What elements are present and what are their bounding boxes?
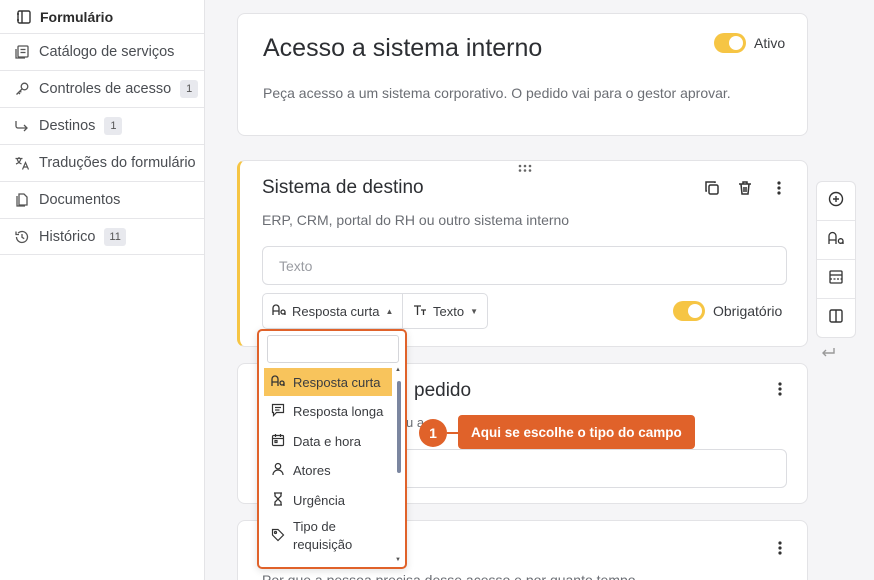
person-icon bbox=[271, 462, 285, 479]
option-urgencia[interactable]: Urgência bbox=[264, 486, 392, 514]
short-answer-icon bbox=[271, 374, 285, 391]
form-toolbar bbox=[816, 181, 856, 338]
option-label: Tipo de requisição bbox=[293, 519, 353, 552]
drag-handle-icon[interactable] bbox=[515, 162, 535, 174]
scroll-up-arrow-icon[interactable]: ▲ bbox=[395, 367, 401, 373]
callout-step-number: 1 bbox=[419, 419, 447, 447]
sidebar-header-formulario[interactable]: Formulário bbox=[0, 0, 204, 33]
question-card-sistema[interactable]: Sistema de destino ERP, CRM, portal do R… bbox=[237, 160, 808, 347]
form-description[interactable]: Peça acesso a um sistema corporativo. O … bbox=[263, 85, 731, 101]
required-toggle[interactable] bbox=[673, 301, 705, 321]
sidebar-item-label: Documentos bbox=[39, 192, 121, 208]
option-label: Resposta longa bbox=[293, 403, 384, 419]
documents-icon bbox=[14, 192, 30, 208]
dropdown-scrollbar[interactable] bbox=[397, 381, 401, 473]
sidebar-item-historico[interactable]: Histórico 11 bbox=[0, 218, 204, 255]
sidebar-item-catalogo[interactable]: Catálogo de serviços bbox=[0, 33, 204, 70]
caret-down-icon: ▼ bbox=[470, 306, 478, 316]
field-type-dropdown[interactable]: Resposta curta Resposta longa Data e hor… bbox=[257, 329, 407, 569]
sidebar-item-label: Traduções do formulário bbox=[39, 155, 196, 171]
add-columns-button[interactable] bbox=[817, 299, 855, 338]
catalog-icon bbox=[14, 44, 30, 60]
form-header-card: Acesso a sistema interno Peça acesso a u… bbox=[237, 13, 808, 136]
sidebar-item-traducoes[interactable]: Traduções do formulário bbox=[0, 144, 204, 181]
add-title-button[interactable] bbox=[817, 221, 855, 260]
return-arrow-icon[interactable] bbox=[818, 343, 838, 363]
history-icon bbox=[14, 229, 30, 245]
sidebar-item-label: Destinos bbox=[39, 118, 96, 134]
sidebar: Formulário Catálogo de serviços Controle… bbox=[0, 0, 205, 580]
more-options-icon[interactable] bbox=[769, 378, 791, 400]
sidebar-item-label: Histórico bbox=[39, 228, 96, 245]
option-label: Atores bbox=[293, 462, 331, 478]
active-toggle[interactable] bbox=[714, 33, 746, 53]
calendar-icon bbox=[271, 433, 285, 450]
scroll-down-arrow-icon[interactable]: ▼ bbox=[395, 557, 401, 563]
question-description[interactable]: Por que a pessoa precisa desse acesso e … bbox=[262, 572, 636, 580]
question-title[interactable]: Sistema de destino bbox=[262, 177, 424, 199]
text-format-icon bbox=[413, 304, 427, 319]
option-resposta-longa[interactable]: Resposta longa bbox=[264, 397, 392, 425]
option-atores[interactable]: Atores bbox=[264, 456, 392, 484]
text-format-label: Texto bbox=[433, 303, 465, 319]
add-question-button[interactable] bbox=[817, 182, 855, 221]
sidebar-item-controles[interactable]: Controles de acesso 1 bbox=[0, 70, 204, 107]
columns-icon bbox=[828, 308, 844, 329]
question-description[interactable]: ERP, CRM, portal do RH ou outro sistema … bbox=[262, 212, 569, 228]
option-resposta-curta[interactable]: Resposta curta bbox=[264, 368, 392, 396]
trash-icon[interactable] bbox=[734, 177, 756, 199]
caret-up-icon: ▲ bbox=[385, 306, 394, 316]
option-tipo-de-requisicao[interactable]: Tipo de requisição bbox=[264, 515, 392, 557]
field-type-select[interactable]: Resposta curta ▲ bbox=[262, 293, 403, 329]
page: Formulário Catálogo de serviços Controle… bbox=[0, 0, 874, 580]
redirect-arrow-icon bbox=[14, 118, 30, 134]
option-label: Data e hora bbox=[293, 433, 361, 449]
option-data-e-hora[interactable]: Data e hora bbox=[264, 427, 392, 455]
text-style-icon bbox=[828, 231, 844, 250]
translate-icon bbox=[14, 155, 30, 171]
hourglass-icon bbox=[271, 491, 285, 509]
dropdown-search-input[interactable] bbox=[267, 335, 399, 363]
active-label: Ativo bbox=[754, 35, 786, 51]
required-label: Obrigatório bbox=[713, 303, 783, 319]
plus-circle-icon bbox=[828, 191, 844, 212]
form-icon bbox=[16, 9, 32, 25]
sidebar-item-label: Catálogo de serviços bbox=[39, 44, 175, 60]
sidebar-item-destinos[interactable]: Destinos 1 bbox=[0, 107, 204, 144]
sidebar-header-label: Formulário bbox=[40, 8, 114, 25]
answer-input[interactable]: Texto bbox=[262, 246, 787, 285]
more-options-icon[interactable] bbox=[769, 537, 791, 559]
add-section-button[interactable] bbox=[817, 260, 855, 299]
form-title[interactable]: Acesso a sistema interno bbox=[263, 34, 542, 63]
option-label: Resposta curta bbox=[293, 374, 381, 390]
count-badge: 1 bbox=[104, 117, 123, 135]
option-label: Urgência bbox=[293, 492, 346, 508]
text-format-select[interactable]: Texto ▼ bbox=[402, 293, 488, 329]
duplicate-icon[interactable] bbox=[701, 177, 723, 199]
callout-tooltip: Aqui se escolhe o tipo do campo bbox=[458, 415, 695, 449]
key-icon bbox=[14, 81, 30, 97]
section-icon bbox=[828, 269, 844, 290]
sidebar-item-label: Controles de acesso bbox=[39, 81, 172, 97]
field-type-label: Resposta curta bbox=[292, 303, 380, 319]
long-answer-icon bbox=[271, 403, 285, 420]
count-badge: 1 bbox=[180, 80, 199, 98]
count-badge: 11 bbox=[104, 227, 126, 246]
question-title[interactable]: pedido bbox=[414, 380, 471, 402]
tag-icon bbox=[271, 528, 285, 545]
more-options-icon[interactable] bbox=[768, 177, 790, 199]
short-answer-icon bbox=[272, 303, 286, 319]
sidebar-item-documentos[interactable]: Documentos bbox=[0, 181, 204, 218]
